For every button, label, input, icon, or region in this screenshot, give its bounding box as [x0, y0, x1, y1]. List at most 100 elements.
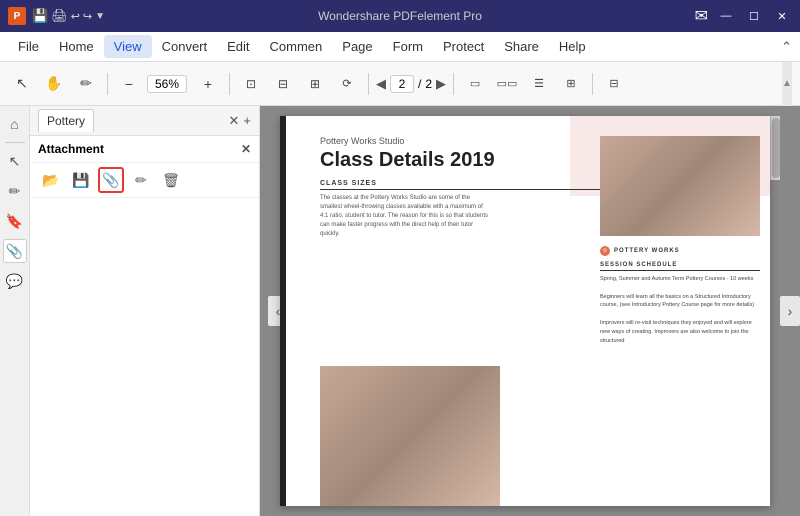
- document-area: ‹ Pottery Works Studio Class Details 201…: [260, 106, 800, 516]
- pottery-logo-text: POTTERY WORKS: [614, 248, 680, 254]
- undo-icon[interactable]: ↩: [71, 10, 80, 23]
- pottery-image-right: [600, 136, 760, 236]
- page-prev-button[interactable]: ◀: [376, 76, 386, 92]
- pottery-logo-dot: ①: [600, 246, 610, 256]
- quick-access-toolbar: 💾 🖨 ↩ ↪ ▼: [32, 8, 105, 24]
- menu-page[interactable]: Page: [332, 35, 382, 58]
- two-page-button[interactable]: ▭▭: [493, 70, 521, 98]
- panel-tab-close[interactable]: ✕: [229, 113, 240, 129]
- panel-tab-pottery[interactable]: Pottery: [38, 109, 94, 132]
- attachment-title: Attachment: [38, 142, 104, 156]
- page-number-input[interactable]: [390, 75, 414, 93]
- zoom-input[interactable]: [147, 75, 187, 93]
- menu-help[interactable]: Help: [549, 35, 596, 58]
- close-button[interactable]: ✕: [772, 7, 792, 25]
- collapse-ribbon-icon[interactable]: ⌃: [781, 39, 792, 55]
- att-attach-button[interactable]: 📎: [98, 167, 124, 193]
- fit-page-button[interactable]: ⊡: [237, 70, 265, 98]
- page-navigation: ◀ / 2 ▶: [376, 75, 446, 93]
- title-bar-right: ✉ — ☐ ✕: [695, 6, 792, 26]
- menu-view[interactable]: View: [104, 35, 152, 58]
- menu-home[interactable]: Home: [49, 35, 104, 58]
- pottery-bottom-image-content: [320, 366, 500, 506]
- pottery-image-bottom: [320, 366, 500, 506]
- menu-share[interactable]: Share: [494, 35, 549, 58]
- document-page: Pottery Works Studio Class Details 2019 …: [280, 116, 770, 506]
- document-scrollbar[interactable]: [770, 116, 780, 180]
- page-separator: /: [418, 77, 421, 91]
- panel: Pottery ✕ + Attachment ✕ 📂 💾 📎 ✏ 🗑: [30, 106, 260, 516]
- pottery-right-image-content: [600, 136, 760, 236]
- class-description: The classes at the Pottery Works Studio …: [320, 194, 490, 239]
- menu-file[interactable]: File: [8, 35, 49, 58]
- zoom-area: [147, 75, 190, 93]
- menu-form[interactable]: Form: [383, 35, 433, 58]
- edit-tool-button[interactable]: ✏: [72, 70, 100, 98]
- title-bar-left: P 💾 🖨 ↩ ↪ ▼: [8, 7, 105, 25]
- att-open-button[interactable]: 📂: [38, 167, 64, 193]
- bookmark-left-icon[interactable]: 🔖: [3, 209, 27, 233]
- minimize-button[interactable]: —: [716, 7, 736, 25]
- print-icon[interactable]: 🖨: [51, 8, 68, 24]
- save-icon[interactable]: 💾: [32, 8, 48, 24]
- menu-comment[interactable]: Commen: [260, 35, 333, 58]
- session-label: SESSION SCHEDULE: [600, 262, 760, 271]
- att-save-button[interactable]: 💾: [68, 167, 94, 193]
- toolbar-separator-3: [368, 73, 369, 95]
- comment-left-icon[interactable]: 💬: [3, 269, 27, 293]
- toolbar-separator-5: [592, 73, 593, 95]
- fit-width-button[interactable]: ⊟: [269, 70, 297, 98]
- app-icon: P: [8, 7, 26, 25]
- panel-tab-actions: ✕ +: [229, 113, 252, 129]
- panel-tab-bar: Pottery ✕ +: [30, 106, 259, 136]
- zoom-plus-button[interactable]: +: [194, 70, 222, 98]
- select-left-icon[interactable]: ↖: [3, 149, 27, 173]
- title-bar: P 💾 🖨 ↩ ↪ ▼ Wondershare PDFelement Pro ✉…: [0, 0, 800, 32]
- att-edit-button[interactable]: ✏: [128, 167, 154, 193]
- edit-left-icon[interactable]: ✏: [3, 179, 27, 203]
- toolbar-separator-4: [453, 73, 454, 95]
- page-left-accent: [280, 116, 286, 506]
- left-sep-1: [5, 142, 25, 143]
- select-tool-button[interactable]: ↖: [8, 70, 36, 98]
- attachment-toolbar: 📂 💾 📎 ✏ 🗑: [30, 163, 259, 198]
- toolbar: ↖ ✋ ✏ − + ⊡ ⊟ ⊞ ⟳ ◀ / 2 ▶ ▭ ▭▭ ☰ ⊞ ⊟ ▲: [0, 62, 800, 106]
- toolbar-separator-1: [107, 73, 108, 95]
- menu-convert[interactable]: Convert: [152, 35, 218, 58]
- single-page-button[interactable]: ▭: [461, 70, 489, 98]
- grid-button[interactable]: ⊞: [557, 70, 585, 98]
- rotate-button[interactable]: ⟳: [333, 70, 361, 98]
- attachment-left-icon[interactable]: 📎: [3, 239, 27, 263]
- menu-bar: File Home View Convert Edit Commen Page …: [0, 32, 800, 62]
- menu-edit[interactable]: Edit: [217, 35, 259, 58]
- page-next-button[interactable]: ▶: [436, 76, 446, 92]
- quick-access-dropdown[interactable]: ▼: [95, 11, 105, 22]
- attachment-panel: Attachment ✕ 📂 💾 📎 ✏ 🗑: [30, 136, 259, 516]
- email-icon[interactable]: ✉: [695, 6, 708, 26]
- pottery-logo-bar: ① POTTERY WORKS: [600, 246, 760, 256]
- hand-tool-button[interactable]: ✋: [40, 70, 68, 98]
- left-icon-bar: ⌂ ↖ ✏ 🔖 📎 💬: [0, 106, 30, 516]
- window-title: Wondershare PDFelement Pro: [318, 9, 482, 23]
- maximize-button[interactable]: ☐: [744, 7, 764, 25]
- panel-tab-add[interactable]: +: [243, 113, 251, 129]
- page-total: 2: [425, 77, 432, 91]
- attachment-close-button[interactable]: ✕: [241, 142, 251, 156]
- doc-nav-right-button[interactable]: ›: [780, 296, 800, 326]
- main-area: ⌂ ↖ ✏ 🔖 📎 💬 Pottery ✕ + Attachment ✕ 📂 💾: [0, 106, 800, 516]
- scrollbar-thumb[interactable]: [772, 118, 780, 178]
- att-delete-button[interactable]: 🗑: [158, 167, 184, 193]
- pottery-right-panel: ① POTTERY WORKS SESSION SCHEDULE Spring,…: [600, 246, 760, 345]
- scroll-button[interactable]: ☰: [525, 70, 553, 98]
- toolbar-scrollbar[interactable]: ▲: [782, 62, 792, 106]
- zoom-minus-button[interactable]: −: [115, 70, 143, 98]
- actual-size-button[interactable]: ⊞: [301, 70, 329, 98]
- split-button[interactable]: ⊟: [600, 70, 628, 98]
- attachment-content: [30, 198, 259, 516]
- menu-protect[interactable]: Protect: [433, 35, 494, 58]
- session-text: Spring, Summer and Autumn Term Pottery C…: [600, 275, 760, 345]
- redo-icon[interactable]: ↪: [83, 10, 92, 23]
- home-left-icon[interactable]: ⌂: [3, 112, 27, 136]
- attachment-header: Attachment ✕: [30, 136, 259, 163]
- toolbar-separator-2: [229, 73, 230, 95]
